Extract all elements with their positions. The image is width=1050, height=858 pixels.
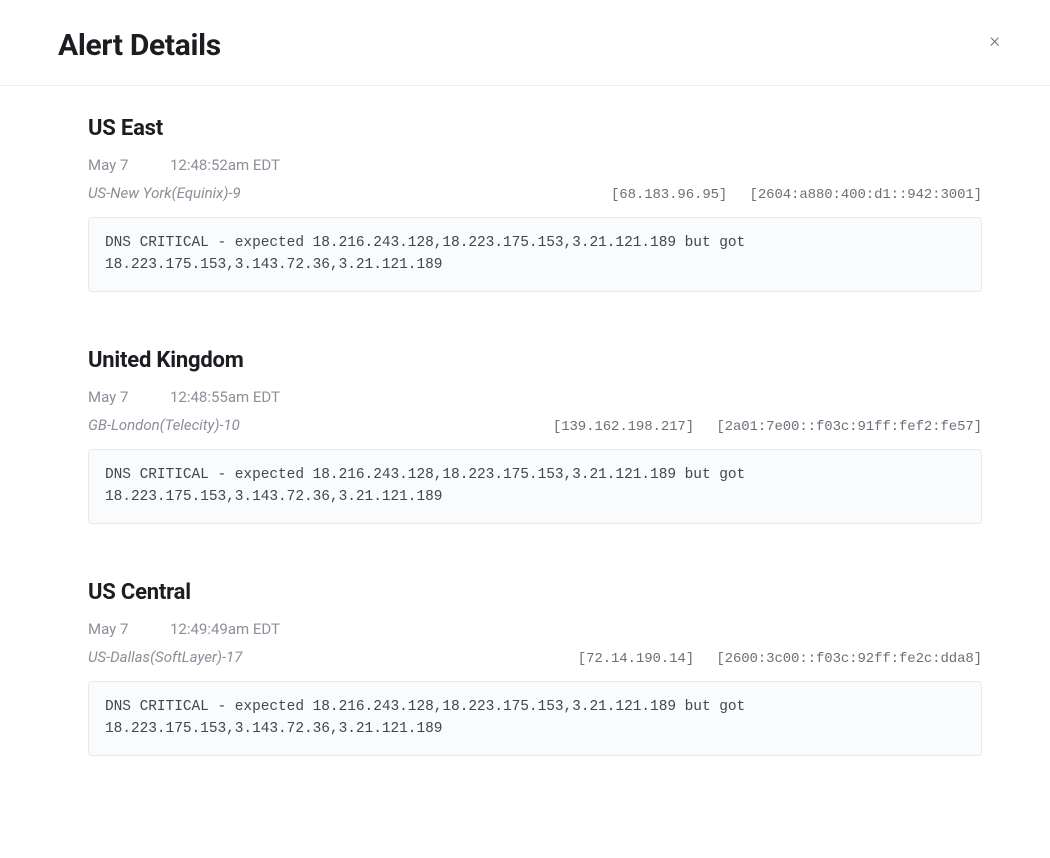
modal-header: Alert Details × <box>0 28 1050 86</box>
alert-message: DNS CRITICAL - expected 18.216.243.128,1… <box>88 449 982 524</box>
modal-body: US East May 7 12:48:52am EDT US-New York… <box>0 86 1050 756</box>
ip-addresses: [139.162.198.217] [2a01:7e00::f03c:91ff:… <box>553 419 982 435</box>
alert-time: 12:48:55am EDT <box>170 388 280 406</box>
close-icon[interactable]: × <box>984 28 1006 52</box>
alert-block: United Kingdom May 7 12:48:55am EDT GB-L… <box>88 348 982 524</box>
location-row: US-Dallas(SoftLayer)-17 [72.14.190.14] [… <box>88 648 982 667</box>
alert-block: US Central May 7 12:49:49am EDT US-Dalla… <box>88 580 982 756</box>
alert-block: US East May 7 12:48:52am EDT US-New York… <box>88 116 982 292</box>
datetime-row: May 7 12:48:55am EDT <box>88 387 982 406</box>
location-row: GB-London(Telecity)-10 [139.162.198.217]… <box>88 416 982 435</box>
location-name: US-Dallas(SoftLayer)-17 <box>88 648 242 666</box>
alert-message: DNS CRITICAL - expected 18.216.243.128,1… <box>88 217 982 292</box>
datetime-row: May 7 12:49:49am EDT <box>88 619 982 638</box>
datetime-row: May 7 12:48:52am EDT <box>88 155 982 174</box>
alert-date: May 7 <box>88 620 166 638</box>
ip-addresses: [72.14.190.14] [2600:3c00::f03c:92ff:fe2… <box>578 651 982 667</box>
region-name: US East <box>88 116 982 141</box>
region-name: United Kingdom <box>88 348 982 373</box>
ipv4-address: [139.162.198.217] <box>553 419 694 435</box>
region-name: US Central <box>88 580 982 605</box>
alert-time: 12:49:49am EDT <box>170 620 280 638</box>
ip-addresses: [68.183.96.95] [2604:a880:400:d1::942:30… <box>611 187 982 203</box>
alert-details-modal: Alert Details × US East May 7 12:48:52am… <box>0 0 1050 756</box>
ipv4-address: [72.14.190.14] <box>578 651 694 667</box>
alert-date: May 7 <box>88 156 166 174</box>
ipv6-address: [2600:3c00::f03c:92ff:fe2c:dda8] <box>716 651 982 667</box>
ipv6-address: [2604:a880:400:d1::942:3001] <box>750 187 982 203</box>
location-row: US-New York(Equinix)-9 [68.183.96.95] [2… <box>88 184 982 203</box>
ipv4-address: [68.183.96.95] <box>611 187 727 203</box>
alert-time: 12:48:52am EDT <box>170 156 280 174</box>
location-name: GB-London(Telecity)-10 <box>88 416 240 434</box>
modal-title: Alert Details <box>58 28 221 63</box>
location-name: US-New York(Equinix)-9 <box>88 184 241 202</box>
ipv6-address: [2a01:7e00::f03c:91ff:fef2:fe57] <box>716 419 982 435</box>
alert-date: May 7 <box>88 388 166 406</box>
alert-message: DNS CRITICAL - expected 18.216.243.128,1… <box>88 681 982 756</box>
